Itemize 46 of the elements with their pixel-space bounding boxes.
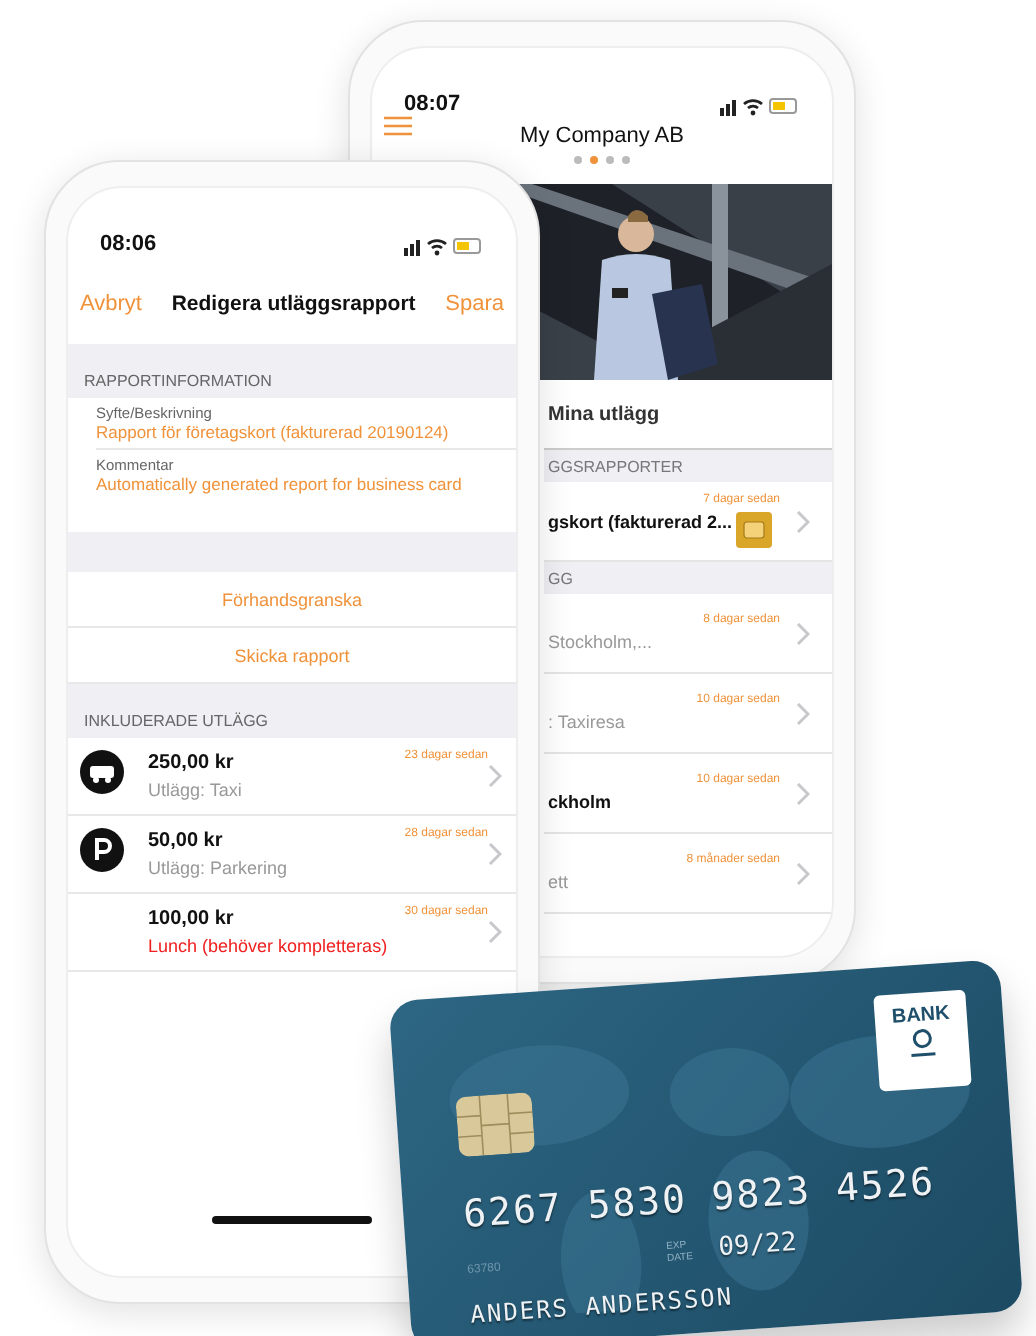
status-icons bbox=[404, 236, 484, 256]
page-dot[interactable] bbox=[606, 156, 614, 164]
chevron-icon bbox=[488, 842, 502, 866]
app-title: My Company AB bbox=[520, 124, 684, 148]
chevron-icon bbox=[796, 781, 810, 805]
save-button[interactable]: Spara bbox=[445, 292, 504, 316]
bank-logo: BANK bbox=[873, 989, 972, 1092]
expiry-date: 09/22 bbox=[717, 1227, 798, 1264]
row-subtitle: ett bbox=[548, 872, 569, 892]
row-subtitle: : Taxiresa bbox=[548, 712, 625, 732]
parking-icon bbox=[80, 827, 124, 871]
row-title: gskort (fakturerad 2... bbox=[548, 512, 733, 536]
expense-description: Utlägg: Parkering bbox=[148, 858, 290, 878]
section-header: GGSRAPPORTER bbox=[544, 450, 832, 482]
car-icon bbox=[80, 749, 124, 793]
page-dot[interactable] bbox=[622, 156, 630, 164]
row-subtitle: Stockholm,... bbox=[548, 632, 653, 652]
page-dot[interactable] bbox=[574, 156, 582, 164]
expense-amount: 100,00 kr bbox=[148, 908, 236, 930]
field-value[interactable]: Automatically generated report for business card bbox=[96, 474, 516, 494]
chevron-icon bbox=[796, 509, 810, 533]
expense-description: Lunch (behöver kompletteras) bbox=[148, 936, 390, 956]
field-value[interactable]: Rapport för företagskort (fakturerad 20190124) bbox=[96, 422, 516, 442]
section-header: RAPPORTINFORMATION bbox=[68, 344, 516, 398]
expense-description: Utlägg: Taxi bbox=[148, 780, 244, 800]
expense-amount: 50,00 kr bbox=[148, 830, 225, 852]
status-time: 08:07 bbox=[404, 92, 461, 116]
page-dot[interactable] bbox=[590, 156, 598, 164]
chip-icon bbox=[455, 1092, 536, 1158]
chevron-icon bbox=[796, 861, 810, 885]
chevron-icon bbox=[488, 764, 502, 788]
row-title: ckholm bbox=[548, 792, 612, 812]
expense-amount: 250,00 kr bbox=[148, 752, 236, 774]
cardholder-name: ANDERS ANDERSSON bbox=[469, 1282, 735, 1329]
tab[interactable]: Mina utlägg bbox=[548, 403, 660, 425]
menu-icon[interactable] bbox=[384, 116, 412, 136]
card-chip-icon bbox=[736, 512, 772, 548]
section-header: INKLUDERADE UTLÄGG bbox=[68, 684, 516, 738]
cancel-button[interactable]: Avbryt bbox=[80, 292, 142, 316]
status-time: 08:06 bbox=[100, 232, 157, 256]
chevron-icon bbox=[796, 701, 810, 725]
section-header: GG bbox=[544, 562, 832, 594]
status-icons bbox=[720, 96, 800, 116]
screen-title: Redigera utläggsrapport bbox=[169, 292, 418, 316]
chevron-icon bbox=[796, 621, 810, 645]
chevron-icon bbox=[488, 920, 502, 944]
